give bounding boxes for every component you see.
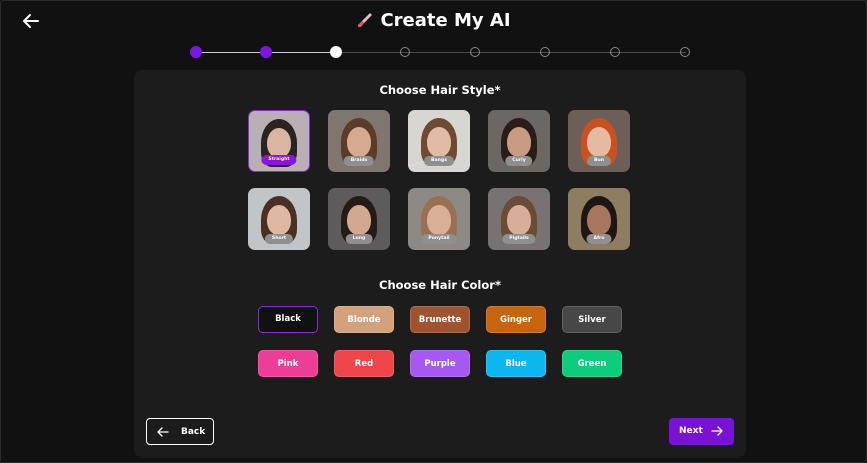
page-title: Create My AI (0, 10, 867, 31)
next-button-label: Next (679, 426, 703, 436)
step-connector (616, 52, 686, 53)
face-shape (587, 127, 611, 157)
arrow-right-icon (711, 426, 723, 436)
face-shape (347, 205, 371, 235)
hair-color-option-blue[interactable]: Blue (486, 350, 546, 377)
hair-style-option-afro[interactable]: Afro (568, 188, 630, 250)
step-dot-8 (680, 47, 690, 57)
form-card: Choose Hair Style* Straight Braids Bangs Cu… (134, 70, 746, 458)
hair-style-option-ponytail[interactable]: Ponytail (408, 188, 470, 250)
hair-style-option-bun[interactable]: Bun (568, 110, 630, 172)
hair-style-label: Short (264, 234, 294, 244)
hair-style-option-long[interactable]: Long (328, 188, 390, 250)
hair-color-option-blonde[interactable]: Blonde (334, 306, 394, 333)
hair-style-label: Braids (343, 156, 375, 166)
face-shape (507, 127, 531, 157)
step-connector (266, 52, 336, 53)
back-button[interactable]: Back (146, 418, 214, 445)
step-connector (336, 52, 406, 53)
hair-color-option-black[interactable]: Black (258, 306, 318, 333)
hair-style-label: Pigtails (502, 234, 536, 244)
step-connector (406, 52, 476, 53)
step-dot-2 (260, 46, 272, 58)
progress-stepper (190, 46, 690, 60)
arrow-left-icon (157, 427, 169, 437)
hair-style-option-pigtails[interactable]: Pigtails (488, 188, 550, 250)
step-connector (476, 52, 546, 53)
step-connector (546, 52, 616, 53)
hair-color-option-pink[interactable]: Pink (258, 350, 318, 377)
step-dot-5 (470, 47, 480, 57)
hair-color-option-ginger[interactable]: Ginger (486, 306, 546, 333)
hair-style-title: Choose Hair Style* (379, 83, 501, 97)
face-shape (267, 205, 291, 235)
hair-color-title: Choose Hair Color* (379, 278, 501, 292)
face-shape (427, 205, 451, 235)
page-title-text: Create My AI (380, 10, 511, 31)
hair-color-option-purple[interactable]: Purple (410, 350, 470, 377)
hair-color-option-silver[interactable]: Silver (562, 306, 622, 333)
hair-style-label: Afro (586, 234, 612, 244)
hair-color-option-brunette[interactable]: Brunette (410, 306, 470, 333)
step-connector (196, 52, 266, 53)
hair-color-option-green[interactable]: Green (562, 350, 622, 377)
hair-style-label: Bun (586, 156, 612, 166)
hair-style-option-straight[interactable]: Straight (248, 110, 310, 172)
face-shape (507, 205, 531, 235)
step-dot-3 (330, 46, 342, 58)
step-dot-6 (540, 47, 550, 57)
hair-style-label: Long (345, 234, 373, 244)
face-shape (347, 127, 371, 157)
paintbrush-icon (358, 13, 373, 27)
step-dot-7 (610, 47, 620, 57)
hair-style-label: Curly (505, 156, 533, 166)
hair-style-option-short[interactable]: Short (248, 188, 310, 250)
step-dot-4 (400, 47, 410, 57)
hair-color-option-red[interactable]: Red (334, 350, 394, 377)
hair-style-option-curly[interactable]: Curly (488, 110, 550, 172)
face-shape (587, 205, 611, 235)
hair-style-label: Straight (261, 155, 297, 165)
face-shape (267, 128, 291, 158)
next-button[interactable]: Next (669, 418, 734, 445)
hair-style-label: Bangs (424, 156, 454, 166)
hair-style-label: Ponytail (421, 234, 457, 244)
face-shape (427, 127, 451, 157)
step-dot-1 (190, 46, 202, 58)
hair-style-option-braids[interactable]: Braids (328, 110, 390, 172)
back-button-label: Back (181, 427, 206, 437)
hair-style-option-bangs[interactable]: Bangs (408, 110, 470, 172)
